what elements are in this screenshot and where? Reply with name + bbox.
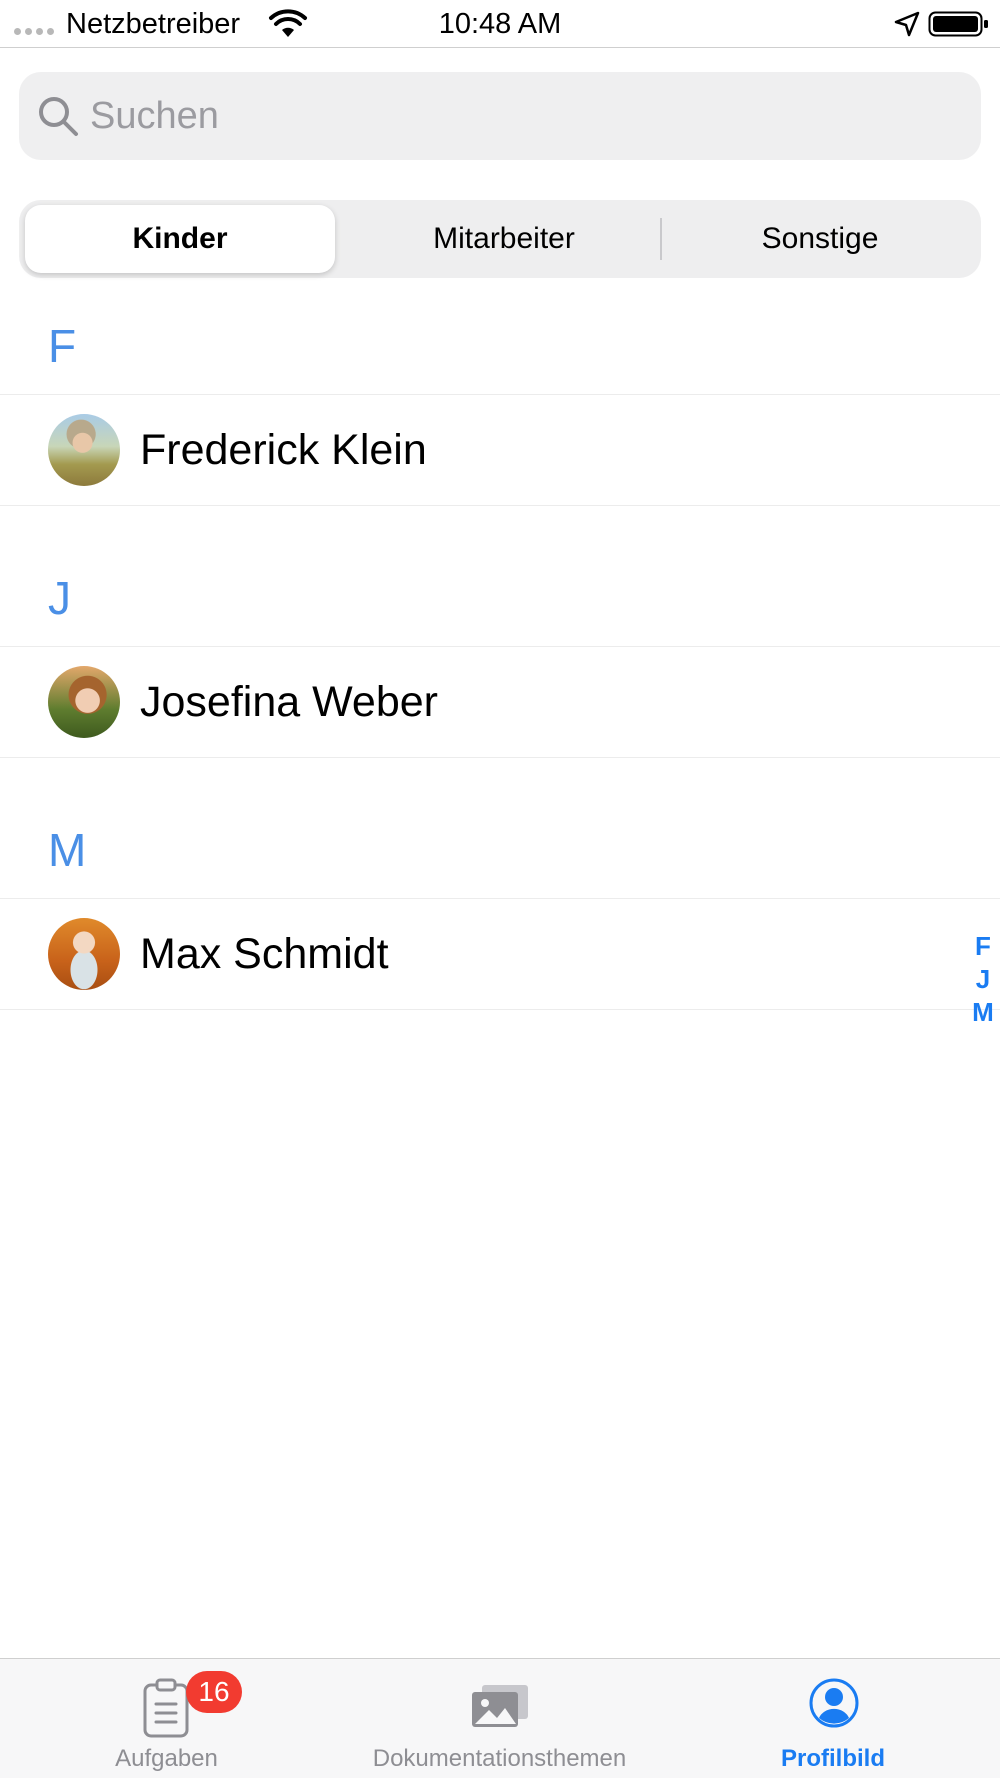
list-item[interactable]: Frederick Klein [0,395,1000,505]
contact-name: Josefina Weber [140,677,438,726]
section-header-f: F [48,320,77,372]
wifi-icon [269,9,307,37]
segment-divider [660,218,662,260]
divider [0,505,1000,506]
segment-sonstige[interactable]: Sonstige [665,205,975,273]
tab-label: Dokumentationsthemen [372,1745,627,1772]
contact-name: Frederick Klein [140,425,427,474]
status-bar: Netzbetreiber 10:48 AM [0,0,1000,48]
divider [0,1009,1000,1010]
index-letter-j[interactable]: J [966,963,1000,996]
tab-label: Aufgaben [115,1745,218,1772]
segment-mitarbeiter[interactable]: Mitarbeiter [349,205,659,273]
carrier-name: Netzbetreiber [66,8,241,40]
clipboard-icon [143,1678,189,1738]
section-header-j: J [48,572,71,624]
profile-icon [809,1678,859,1728]
avatar [48,414,120,486]
notification-badge: 16 [186,1671,242,1713]
tab-profilbild[interactable]: Profilbild [666,1659,1000,1778]
search-input[interactable] [90,84,950,148]
index-letter-f[interactable]: F [966,930,1000,963]
tab-bar: 16 Aufgaben Dokumentationsthemen Profilb… [0,1658,1000,1778]
segmented-control: Kinder Mitarbeiter Sonstige [19,200,981,278]
list-item[interactable]: Max Schmidt [0,899,1000,1009]
divider [0,757,1000,758]
section-index[interactable]: F J M [966,930,1000,1029]
avatar [48,918,120,990]
photos-icon [472,1685,528,1727]
location-arrow-icon [894,11,920,37]
section-header-m: M [48,824,87,876]
segment-kinder[interactable]: Kinder [25,205,335,273]
index-letter-m[interactable]: M [966,996,1000,1029]
tab-dokumentationsthemen[interactable]: Dokumentationsthemen [333,1659,666,1778]
battery-icon [928,11,988,37]
tab-label: Profilbild [781,1745,885,1772]
tab-aufgaben[interactable]: 16 Aufgaben [0,1659,333,1778]
list-item[interactable]: Josefina Weber [0,647,1000,757]
signal-dots-icon [14,28,54,35]
clock: 10:48 AM [438,8,562,40]
contact-name: Max Schmidt [140,929,389,978]
avatar [48,666,120,738]
search-icon [39,97,78,136]
